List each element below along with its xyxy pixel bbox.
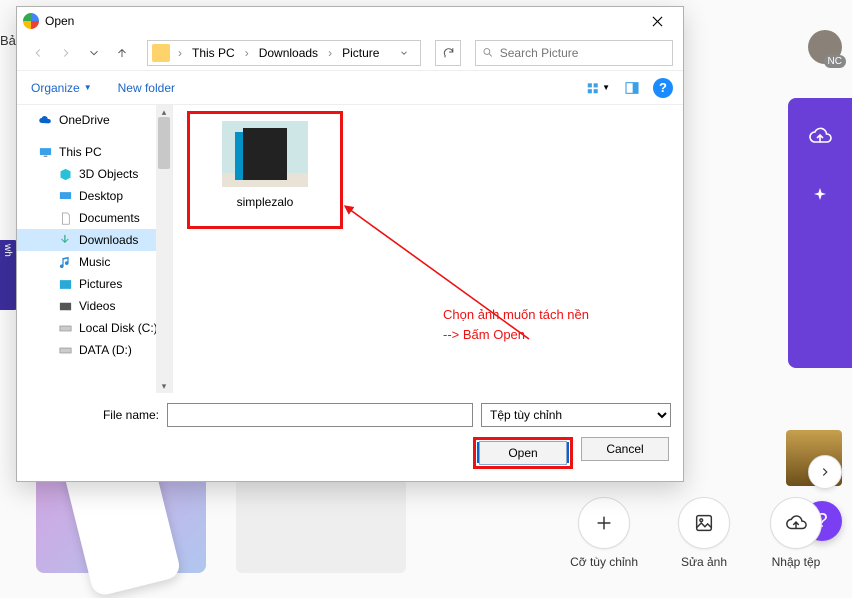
scroll-thumb[interactable] <box>158 117 170 169</box>
avatar-badge: NC <box>824 55 846 68</box>
help-icon[interactable]: ? <box>653 78 673 98</box>
new-folder-button[interactable]: New folder <box>118 81 175 95</box>
scroll-down-icon[interactable]: ▾ <box>156 379 172 393</box>
organize-menu[interactable]: Organize▼ <box>27 79 96 97</box>
action-label: Sửa ảnh <box>681 555 727 569</box>
up-button[interactable] <box>111 42 133 64</box>
refresh-button[interactable] <box>435 40 461 66</box>
file-thumbnail <box>222 121 308 187</box>
tree-onedrive[interactable]: OneDrive <box>17 109 172 131</box>
search-icon <box>482 46 494 59</box>
breadcrumb-item[interactable]: This PC <box>188 44 239 62</box>
tree-videos[interactable]: Videos <box>17 295 172 317</box>
open-button[interactable]: Open <box>479 441 567 465</box>
bg-partial-text: Bả <box>0 33 16 48</box>
breadcrumb[interactable]: › This PC › Downloads › Picture <box>147 40 421 66</box>
tree-scrollbar[interactable]: ▴ ▾ <box>156 105 172 393</box>
chrome-icon <box>23 13 39 29</box>
edit-image-action[interactable]: Sửa ảnh <box>678 497 730 569</box>
tree-thispc[interactable]: This PC <box>17 141 172 163</box>
tree-3dobjects[interactable]: 3D Objects <box>17 163 172 185</box>
tree-documents[interactable]: Documents <box>17 207 172 229</box>
avatar[interactable]: NC <box>808 30 842 64</box>
annotation-box-open: Open <box>473 437 573 469</box>
right-sidebar <box>788 98 852 368</box>
import-file-action[interactable]: Nhập tệp <box>770 497 822 569</box>
close-button[interactable] <box>637 8 677 34</box>
annotation-text: Chọn ảnh muốn tách nền --> Bấm Open <box>443 305 589 344</box>
file-name: simplezalo <box>197 195 333 209</box>
view-mode-button[interactable]: ▼ <box>585 77 611 99</box>
breadcrumb-item[interactable]: Picture <box>338 44 383 62</box>
chevron-down-icon[interactable] <box>392 48 416 58</box>
cancel-button[interactable]: Cancel <box>581 437 669 461</box>
file-list[interactable]: simplezalo Chọn ảnh muốn tách nền --> Bấ… <box>173 105 683 393</box>
action-label: Nhập tệp <box>772 555 821 569</box>
tree-downloads[interactable]: Downloads <box>17 229 172 251</box>
file-item[interactable]: simplezalo <box>197 121 333 209</box>
back-button[interactable] <box>27 42 49 64</box>
filename-input[interactable] <box>167 403 473 427</box>
tree-localdisk[interactable]: Local Disk (C:) <box>17 317 172 339</box>
open-file-dialog: Open › This PC › Downloads › Picture Org… <box>16 6 684 482</box>
folder-icon <box>152 44 170 62</box>
search-field[interactable] <box>500 46 666 60</box>
sparkle-icon[interactable] <box>802 180 838 216</box>
tree-desktop[interactable]: Desktop <box>17 185 172 207</box>
cloud-upload-icon[interactable] <box>802 118 838 154</box>
breadcrumb-item[interactable]: Downloads <box>255 44 322 62</box>
custom-size-action[interactable]: Cỡ tùy chỉnh <box>570 497 638 569</box>
tree-pictures[interactable]: Pictures <box>17 273 172 295</box>
forward-button[interactable] <box>55 42 77 64</box>
tree-music[interactable]: Music <box>17 251 172 273</box>
dialog-title: Open <box>45 14 637 28</box>
file-filter-select[interactable]: Tệp tùy chỉnh <box>481 403 671 427</box>
filename-label: File name: <box>29 408 159 422</box>
action-label: Cỡ tùy chỉnh <box>570 555 638 569</box>
tree-data[interactable]: DATA (D:) <box>17 339 172 361</box>
recent-dropdown[interactable] <box>83 42 105 64</box>
preview-pane-button[interactable] <box>619 77 645 99</box>
search-input[interactable] <box>475 40 673 66</box>
folder-tree[interactable]: OneDrive This PC 3D Objects Desktop Docu… <box>17 105 173 393</box>
